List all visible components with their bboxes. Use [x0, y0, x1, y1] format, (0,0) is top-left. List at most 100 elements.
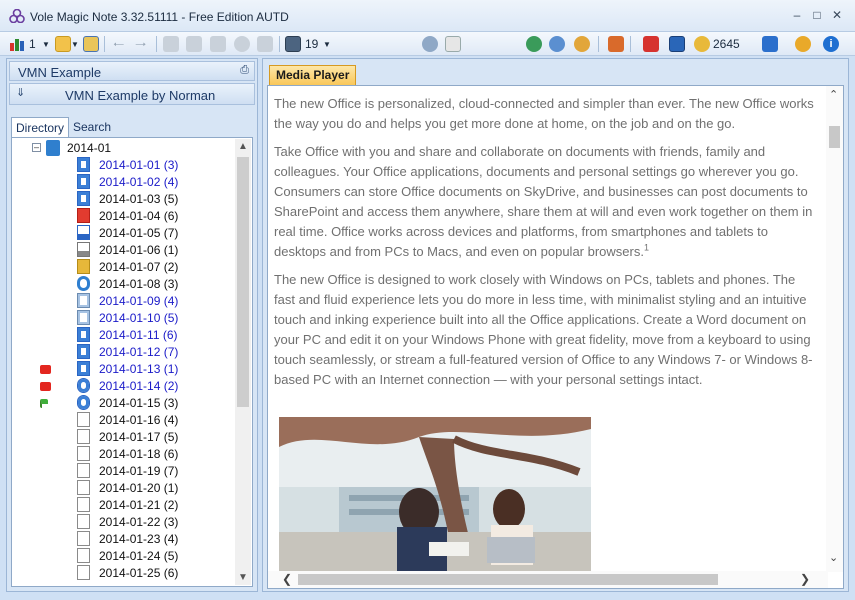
tree-node[interactable]: 2014-01-10 (5) [12, 310, 232, 327]
tree-node[interactable]: 2014-01-16 (4) [12, 412, 232, 429]
page-count[interactable]: 19 [305, 37, 318, 51]
info-icon[interactable]: i [823, 36, 839, 52]
tree-node-label: 2014-01-18 (6) [99, 447, 179, 461]
window-icon[interactable] [257, 36, 273, 52]
palette-icon[interactable] [574, 36, 590, 52]
tree-node-label: 2014-01-21 (2) [99, 498, 179, 512]
double-chevron-down-icon[interactable]: ⇓ [16, 86, 25, 99]
app-logo-icon [9, 9, 25, 23]
sync-icon[interactable] [422, 36, 438, 52]
scroll-up-icon[interactable]: ⌃ [829, 88, 838, 101]
horizontal-scrollbar[interactable]: ❮ ❯ [268, 571, 828, 588]
rss-icon[interactable] [762, 36, 778, 52]
scroll-up-icon[interactable]: ▲ [238, 141, 248, 152]
page-icon [77, 548, 90, 563]
tree-node[interactable]: 2014-01-11 (6) [12, 327, 232, 344]
tree-node[interactable]: 2014-01-12 (7) [12, 344, 232, 361]
tab-search[interactable]: Search [69, 117, 115, 137]
scroll-left-icon[interactable]: ❮ [282, 572, 292, 586]
tree-node-label: 2014-01-04 (6) [99, 209, 179, 223]
save-icon[interactable] [83, 36, 99, 52]
chevron-down-icon[interactable]: ▼ [323, 40, 331, 49]
tree-root-label: 2014-01 [67, 141, 112, 155]
scroll-right-icon[interactable]: ❯ [800, 572, 810, 586]
tree-node[interactable]: 2014-01-22 (3) [12, 514, 232, 531]
calendar-icon[interactable] [285, 36, 301, 52]
tree-node[interactable]: 2014-01-05 (7) [12, 225, 232, 242]
note-content[interactable]: The new Office is personalized, cloud-co… [267, 85, 844, 589]
tab-directory[interactable]: Directory [11, 117, 69, 137]
tree-node-label: 2014-01-12 (7) [99, 345, 179, 359]
badge-64-icon[interactable] [669, 36, 685, 52]
paste-icon[interactable] [210, 36, 226, 52]
tree-node[interactable]: 2014-01-18 (6) [12, 446, 232, 463]
scroll-thumb[interactable] [237, 157, 249, 407]
coin-count[interactable]: 2645 [713, 37, 740, 51]
collapse-icon[interactable]: – [32, 143, 41, 152]
blue-doc-icon [77, 361, 90, 376]
bookmarks-icon[interactable] [643, 36, 659, 52]
tree-node[interactable]: 2014-01-19 (7) [12, 463, 232, 480]
copy-icon[interactable] [186, 36, 202, 52]
tree-node-label: 2014-01-11 (6) [99, 328, 178, 342]
user-icon[interactable] [234, 36, 250, 52]
scroll-thumb[interactable] [829, 126, 840, 148]
paragraph: Take Office with you and share and colla… [274, 142, 819, 262]
tree-node[interactable]: 2014-01-23 (4) [12, 531, 232, 548]
tree-node[interactable]: 2014-01-17 (5) [12, 429, 232, 446]
tree-node-label: 2014-01-10 (5) [99, 311, 179, 325]
tree-node[interactable]: 2014-01-04 (6) [12, 208, 232, 225]
tree-node[interactable]: 2014-01-07 (2) [12, 259, 232, 276]
tree-node[interactable]: 2014-01-21 (2) [12, 497, 232, 514]
tree-scrollbar[interactable]: ▲ ▼ [235, 139, 251, 585]
stopwatch-icon[interactable] [795, 36, 811, 52]
blue-doc-icon [77, 191, 90, 206]
page-icon [77, 412, 90, 427]
main-toolbar: 1 ▼ ▼ 🠀 🠂 19 ▼ 2645 i [0, 32, 855, 56]
minimize-icon[interactable]: – [790, 8, 804, 22]
tree-node[interactable]: 2014-01-13 (1) [12, 361, 232, 378]
folder-icon[interactable] [55, 36, 71, 52]
forward-arrow-icon[interactable]: 🠂 [135, 34, 146, 58]
tree-node[interactable]: 2014-01-02 (4) [12, 174, 232, 191]
tree-node[interactable]: 2014-01-08 (3) [12, 276, 232, 293]
tree-node[interactable]: 2014-01-09 (4) [12, 293, 232, 310]
red-dice-icon [40, 365, 51, 374]
tree-node[interactable]: 2014-01-14 (2) [12, 378, 232, 395]
tree-root[interactable]: – 2014-01 [12, 140, 212, 156]
page-icon [77, 531, 90, 546]
panel-header: VMN Example ⎙ [9, 61, 255, 81]
chevron-down-icon[interactable]: ▼ [71, 40, 79, 49]
maximize-icon[interactable]: □ [810, 8, 824, 22]
tree-node[interactable]: 2014-01-06 (1) [12, 242, 232, 259]
tree-node[interactable]: 2014-01-03 (5) [12, 191, 232, 208]
tree-node[interactable]: 2014-01-15 (3) [12, 395, 232, 412]
close-icon[interactable]: ✕ [830, 8, 844, 22]
tools-icon[interactable] [608, 36, 624, 52]
cut-icon[interactable] [163, 36, 179, 52]
back-arrow-icon[interactable]: 🠀 [113, 34, 124, 58]
tree-node[interactable]: 2014-01-25 (6) [12, 565, 232, 582]
tree-node[interactable]: 2014-01-20 (1) [12, 480, 232, 497]
scroll-down-icon[interactable]: ▼ [238, 572, 248, 583]
scroll-thumb[interactable] [298, 574, 718, 585]
media-icon [77, 395, 90, 410]
refresh-icon[interactable] [549, 36, 565, 52]
tree-node[interactable]: 2014-01-24 (5) [12, 548, 232, 565]
chevron-down-icon[interactable]: ▼ [42, 40, 50, 49]
tree-node[interactable]: 2014-01-01 (3) [12, 157, 232, 174]
blue-doc-icon [77, 327, 90, 342]
pin-icon[interactable]: ⎙ [240, 64, 249, 77]
level-chart-icon[interactable] [9, 36, 27, 52]
level-count[interactable]: 1 [29, 37, 36, 51]
scroll-down-icon[interactable]: ⌄ [829, 551, 838, 564]
notebook-header[interactable]: ⇓ VMN Example by Norman [9, 83, 255, 105]
directory-tree: – 2014-01 2014-01-01 (3) 2014-01-02 (4) 20… [11, 137, 253, 587]
zip-icon [77, 259, 90, 274]
page-icon [77, 514, 90, 529]
mail-icon[interactable] [445, 36, 461, 52]
content-scrollbar[interactable]: ⌃ ⌄ [826, 86, 843, 572]
globe-icon[interactable] [526, 36, 542, 52]
tab-media-player[interactable]: Media Player [269, 65, 357, 85]
coins-icon[interactable] [694, 36, 710, 52]
